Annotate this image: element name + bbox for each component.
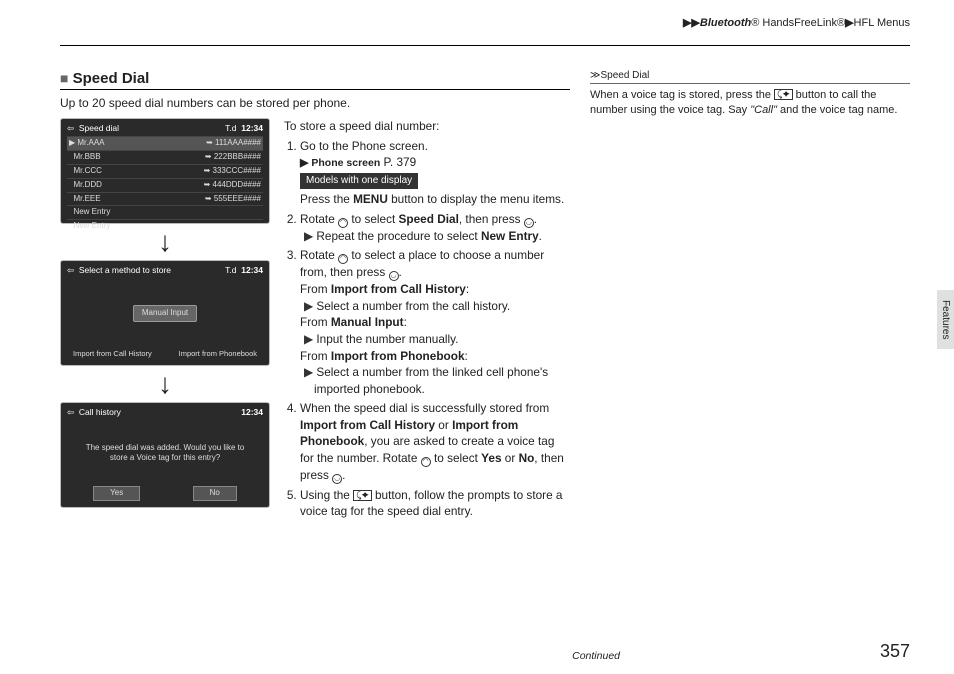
screenshot-select-method: ⇦ Select a method to storeT.d 12:34 Manu… (60, 260, 270, 366)
breadcrumb: ▶▶Bluetooth® HandsFreeLink®▶HFL Menus (60, 16, 910, 29)
press-icon: ◡ (389, 271, 399, 281)
talk-icon: ⤹✦ (774, 89, 793, 100)
step-4: When the speed dial is successfully stor… (300, 400, 570, 484)
talk-icon: ⤹✦ (353, 490, 372, 501)
press-icon: ◡ (332, 474, 342, 484)
rotate-icon: ◠ (338, 218, 348, 228)
rotate-icon: ◠ (338, 254, 348, 264)
step-2: Rotate ◠ to select Speed Dial, then pres… (300, 211, 570, 245)
sidebar-title: ≫Speed Dial (590, 70, 910, 81)
rotate-icon: ◠ (421, 457, 431, 467)
section-intro: Up to 20 speed dial numbers can be store… (60, 96, 570, 110)
continued-label: Continued (60, 650, 620, 662)
step-3: Rotate ◠ to select a place to choose a n… (300, 247, 570, 397)
arrow-down-icon: ↓ (60, 370, 270, 398)
page-number: 357 (880, 641, 910, 662)
steps-lead: To store a speed dial number: (284, 118, 570, 135)
features-tab: Features (937, 290, 954, 349)
step-1: Go to the Phone screen. ▶ Phone screen P… (300, 138, 570, 208)
screenshot-speed-dial-list: ⇦ Speed dialT.d 12:34 ▶ Mr.AAA➥ 111AAA##… (60, 118, 270, 224)
sidebar-body: When a voice tag is stored, press the ⤹✦… (590, 83, 910, 119)
screenshot-voice-tag-prompt: ⇦ Call history12:34 The speed dial was a… (60, 402, 270, 508)
press-icon: ◡ (524, 218, 534, 228)
section-heading: ■ Speed Dial (60, 70, 570, 90)
step-5: Using the ⤹✦ button, follow the prompts … (300, 487, 570, 520)
